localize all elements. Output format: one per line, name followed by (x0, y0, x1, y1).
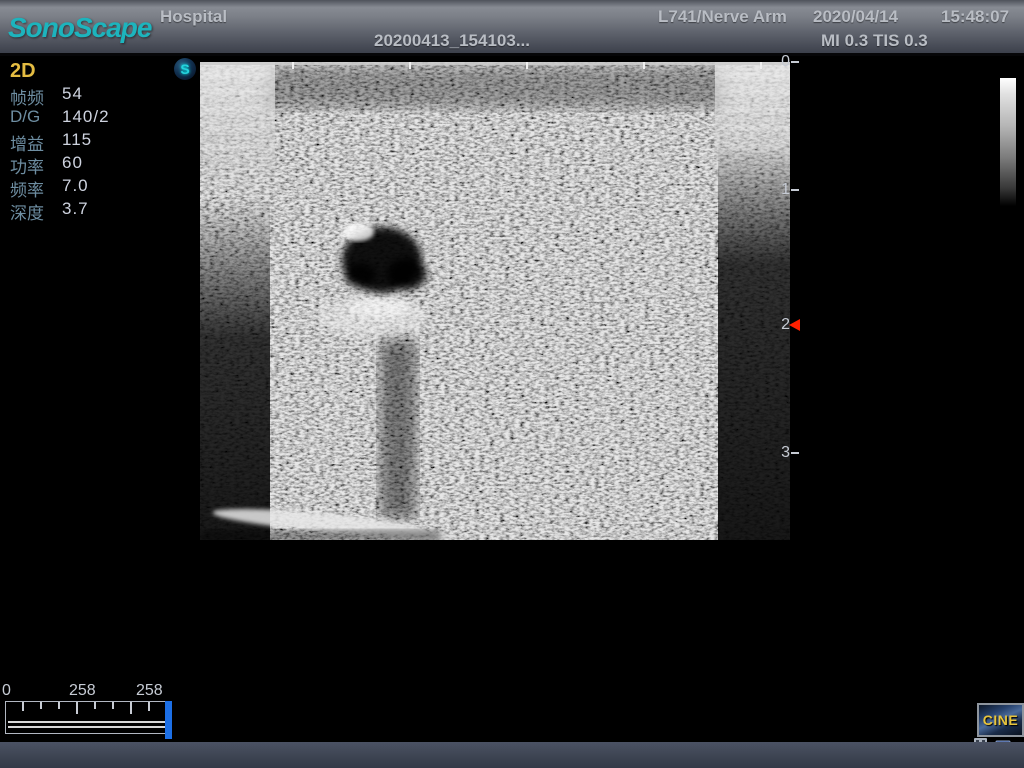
ruler-tick (148, 702, 150, 711)
param-row-depth: 深度 3.7 (10, 199, 160, 222)
cine-track-line (8, 721, 165, 723)
mode-label-2d: 2D (10, 60, 36, 83)
param-value: 3.7 (62, 199, 89, 219)
param-row-gain: 增益 115 (10, 130, 160, 153)
bottom-status-bar (0, 742, 1024, 768)
mi-tis-indices: MI 0.3 TIS 0.3 (821, 31, 928, 51)
param-row-frequency: 频率 7.0 (10, 176, 160, 199)
ruler-tick (76, 702, 78, 714)
cine-position-marker[interactable] (165, 701, 172, 739)
cine-scale-label-258b: 258 (136, 682, 163, 700)
sonoscape-logo: SonoScape (8, 12, 151, 44)
exam-id: 20200413_154103... (374, 31, 530, 51)
cine-track-line (8, 726, 165, 728)
depth-tick (791, 452, 799, 454)
param-value: 7.0 (62, 176, 89, 196)
cine-scale-label-258a: 258 (69, 682, 96, 700)
title-bar: SonoScape Hospital 20200413_154103... L7… (0, 0, 1024, 56)
ruler-tick (94, 702, 96, 709)
ruler-tick (58, 702, 60, 709)
depth-mark-1: 1 (774, 181, 790, 199)
param-label: D/G (10, 107, 40, 127)
ruler-tick (22, 702, 24, 711)
time-display: 15:48:07 (941, 7, 1009, 27)
ruler-tick (112, 702, 114, 709)
depth-mark-3: 3 (774, 444, 790, 462)
param-value: 140/2 (62, 107, 110, 127)
cine-button[interactable]: CINE (977, 703, 1024, 737)
probe-orientation-marker: S (174, 58, 196, 80)
param-row-dg: D/G 140/2 (10, 107, 160, 130)
focus-position-marker (789, 319, 800, 331)
grayscale-bar (1000, 78, 1016, 206)
depth-tick (791, 61, 799, 63)
param-label: 功率 (10, 153, 44, 178)
ruler-tick (130, 702, 132, 714)
depth-mark-0: 0 (774, 53, 790, 71)
param-value: 60 (62, 153, 83, 173)
param-label: 帧频 (10, 84, 44, 109)
param-value: 115 (62, 130, 92, 150)
param-label: 深度 (10, 199, 44, 224)
depth-tick (791, 189, 799, 191)
param-row-frame-rate: 帧频 54 (10, 84, 160, 107)
param-row-power: 功率 60 (10, 153, 160, 176)
cine-scale-label-0: 0 (2, 682, 11, 700)
ruler-tick (40, 702, 42, 709)
ultrasound-image (200, 62, 790, 540)
depth-mark-2: 2 (774, 316, 790, 334)
param-label: 频率 (10, 176, 44, 201)
param-label: 增益 (10, 130, 44, 155)
probe-preset: L741/Nerve Arm (658, 7, 787, 27)
cine-progress-ruler[interactable] (5, 701, 172, 734)
param-value: 54 (62, 84, 83, 104)
date-display: 2020/04/14 (813, 7, 898, 27)
hospital-name: Hospital (160, 7, 227, 27)
